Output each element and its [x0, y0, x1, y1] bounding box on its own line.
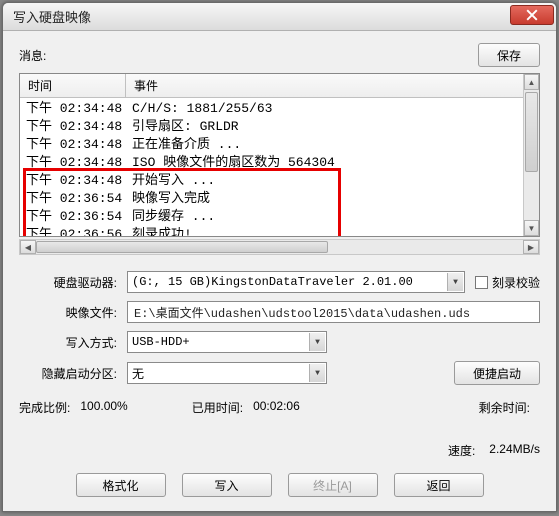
- remain-label: 剩余时间:: [479, 399, 530, 416]
- log-listview[interactable]: 时间 事件 下午 02:34:48C/H/S: 1881/255/63 下午 0…: [19, 73, 540, 237]
- log-row[interactable]: 下午 02:36:56刻录成功!: [20, 226, 539, 237]
- log-row[interactable]: 下午 02:34:48C/H/S: 1881/255/63: [20, 100, 539, 118]
- write-button[interactable]: 写入: [182, 473, 272, 497]
- image-file-value: E:\桌面文件\udashen\udstool2015\data\udashen…: [134, 304, 470, 321]
- write-mode-row: 写入方式: USB-HDD+ ▼: [19, 331, 540, 353]
- hidden-boot-value: 无: [132, 365, 144, 382]
- content-area: 消息: 保存 时间 事件 下午 02:34:48C/H/S: 1881/255/…: [3, 31, 556, 507]
- scroll-thumb[interactable]: [525, 92, 538, 172]
- drive-label: 硬盘驱动器:: [19, 274, 127, 291]
- scroll-up-arrow-icon[interactable]: ▲: [524, 74, 539, 90]
- chevron-down-icon[interactable]: ▼: [309, 364, 325, 382]
- checkbox-box-icon: [475, 276, 488, 289]
- hidden-boot-row: 隐藏启动分区: 无 ▼ 便捷启动: [19, 361, 540, 385]
- close-icon: [526, 9, 538, 21]
- image-file-label: 映像文件:: [19, 304, 127, 321]
- drive-row: 硬盘驱动器: (G:, 15 GB)KingstonDataTraveler 2…: [19, 271, 540, 293]
- window-title: 写入硬盘映像: [13, 7, 510, 26]
- log-row[interactable]: 下午 02:34:48ISO 映像文件的扇区数为 564304: [20, 154, 539, 172]
- log-row[interactable]: 下午 02:34:48正在准备介质 ...: [20, 136, 539, 154]
- form-area: 硬盘驱动器: (G:, 15 GB)KingstonDataTraveler 2…: [19, 271, 540, 497]
- image-file-row: 映像文件: E:\桌面文件\udashen\udstool2015\data\u…: [19, 301, 540, 323]
- hidden-boot-label: 隐藏启动分区:: [19, 365, 127, 382]
- log-row[interactable]: 下午 02:34:48引导扇区: GRLDR: [20, 118, 539, 136]
- abort-button[interactable]: 终止[A]: [288, 473, 378, 497]
- speed-row: 速度: 2.24MB/s: [19, 442, 540, 459]
- col-header-event[interactable]: 事件: [126, 74, 539, 97]
- col-header-time[interactable]: 时间: [20, 74, 126, 97]
- vertical-scrollbar[interactable]: ▲ ▼: [523, 74, 539, 236]
- scroll-down-arrow-icon[interactable]: ▼: [524, 220, 539, 236]
- hidden-boot-combo[interactable]: 无 ▼: [127, 362, 327, 384]
- elapsed-value: 00:02:06: [253, 399, 300, 416]
- speed-value: 2.24MB/s: [489, 442, 540, 459]
- scroll-right-arrow-icon[interactable]: ▶: [523, 240, 539, 254]
- log-row[interactable]: 下午 02:36:54同步缓存 ...: [20, 208, 539, 226]
- log-row[interactable]: 下午 02:36:54映像写入完成: [20, 190, 539, 208]
- chevron-down-icon[interactable]: ▼: [447, 273, 463, 291]
- elapsed-label: 已用时间:: [192, 399, 243, 416]
- log-header: 时间 事件: [20, 74, 539, 98]
- format-button[interactable]: 格式化: [76, 473, 166, 497]
- save-button[interactable]: 保存: [478, 43, 540, 67]
- write-mode-value: USB-HDD+: [132, 335, 190, 349]
- log-row[interactable]: 下午 02:34:48开始写入 ...: [20, 172, 539, 190]
- dialog-window: 写入硬盘映像 消息: 保存 时间 事件 下午 02:34:48C/H/S: 18…: [2, 2, 557, 512]
- progress-value: 100.00%: [80, 399, 127, 416]
- write-mode-label: 写入方式:: [19, 334, 127, 351]
- messages-label: 消息:: [19, 47, 468, 64]
- write-mode-combo[interactable]: USB-HDD+ ▼: [127, 331, 327, 353]
- quick-boot-button[interactable]: 便捷启动: [454, 361, 540, 385]
- chevron-down-icon[interactable]: ▼: [309, 333, 325, 351]
- scroll-thumb[interactable]: [36, 241, 328, 253]
- image-file-field[interactable]: E:\桌面文件\udashen\udstool2015\data\udashen…: [127, 301, 540, 323]
- log-body: 下午 02:34:48C/H/S: 1881/255/63 下午 02:34:4…: [20, 98, 539, 237]
- speed-label: 速度:: [448, 442, 475, 459]
- bottom-button-bar: 格式化 写入 终止[A] 返回: [19, 473, 540, 497]
- messages-header-row: 消息: 保存: [19, 43, 540, 67]
- drive-combo[interactable]: (G:, 15 GB)KingstonDataTraveler 2.01.00 …: [127, 271, 465, 293]
- verify-checkbox[interactable]: 刻录校验: [475, 274, 540, 291]
- scroll-left-arrow-icon[interactable]: ◀: [20, 240, 36, 254]
- close-button[interactable]: [510, 5, 554, 25]
- status-row: 完成比例: 100.00% 已用时间: 00:02:06 剩余时间:: [19, 399, 540, 416]
- drive-value: (G:, 15 GB)KingstonDataTraveler 2.01.00: [132, 275, 413, 289]
- scroll-track[interactable]: [36, 240, 523, 254]
- titlebar: 写入硬盘映像: [3, 3, 556, 31]
- verify-label: 刻录校验: [492, 274, 540, 291]
- progress-label: 完成比例:: [19, 399, 70, 416]
- horizontal-scrollbar[interactable]: ◀ ▶: [19, 239, 540, 255]
- back-button[interactable]: 返回: [394, 473, 484, 497]
